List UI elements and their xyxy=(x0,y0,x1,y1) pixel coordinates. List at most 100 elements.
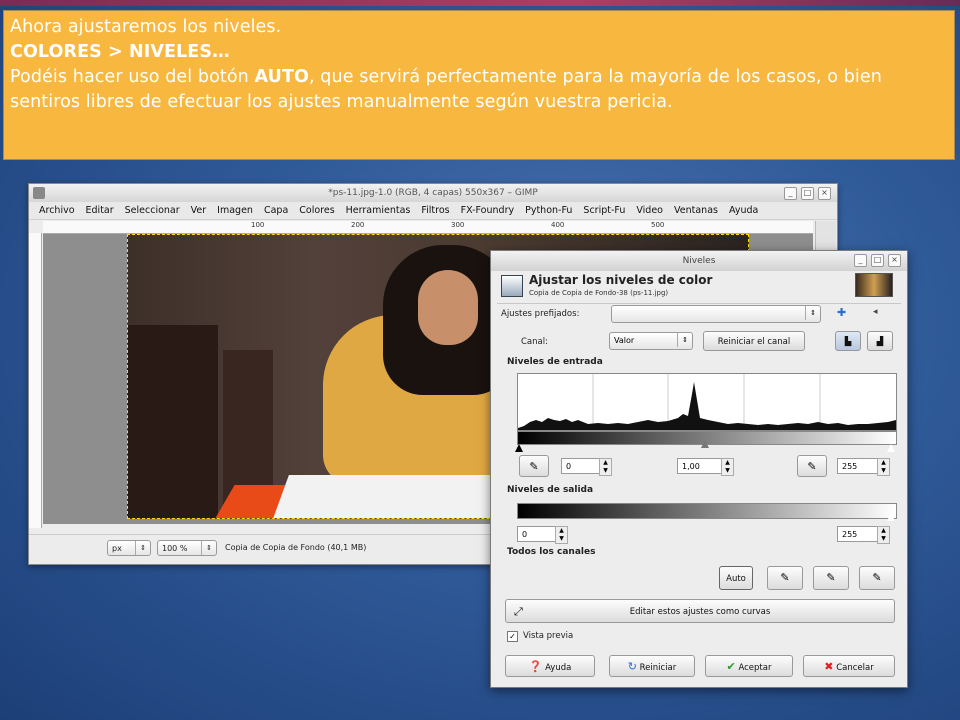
reset-button[interactable]: ↻ Reiniciar xyxy=(609,655,695,677)
menu-archivo[interactable]: Archivo xyxy=(39,202,75,219)
chevron-updown-icon: ⇕ xyxy=(805,306,820,320)
input-low-value: 0 xyxy=(566,462,572,471)
ruler-mark: 400 xyxy=(551,221,565,229)
presets-label: Ajustes prefijados: xyxy=(501,309,580,319)
unit-value: px xyxy=(112,544,122,553)
spin-arrows-icon[interactable]: ▲ ▼ xyxy=(721,458,734,476)
photo-face xyxy=(418,270,478,345)
menu-herramientas[interactable]: Herramientas xyxy=(346,202,411,219)
channel-value: Valor xyxy=(614,336,635,345)
output-high-spin[interactable]: 255 ▲ ▼ xyxy=(837,526,890,544)
menu-fx-foundry[interactable]: FX-Foundry xyxy=(461,202,514,219)
maximize-icon[interactable]: □ xyxy=(871,254,884,267)
output-high-handle[interactable] xyxy=(887,513,895,521)
note-line-1: Ahora ajustaremos los niveles. xyxy=(10,17,282,37)
menu-ventanas[interactable]: Ventanas xyxy=(674,202,718,219)
add-preset-icon[interactable]: ✚ xyxy=(837,306,846,319)
note-line-3-pre: Podéis hacer uso del botón xyxy=(10,67,255,87)
close-icon[interactable]: × xyxy=(818,187,831,200)
pick-white-icon[interactable]: ✎ xyxy=(859,566,895,590)
help-label: Ayuda xyxy=(545,663,572,673)
white-point-picker-icon[interactable]: ✎ xyxy=(797,455,827,477)
menu-ver[interactable]: Ver xyxy=(191,202,207,219)
gimp-window-title: *ps-11.jpg-1.0 (RGB, 4 capas) 550x367 – … xyxy=(328,188,538,198)
menu-python-fu[interactable]: Python-Fu xyxy=(525,202,572,219)
channel-label: Canal: xyxy=(521,337,548,347)
histogram xyxy=(517,373,897,431)
menu-script-fu[interactable]: Script-Fu xyxy=(583,202,625,219)
spin-arrows-icon[interactable]: ▲ ▼ xyxy=(877,526,890,544)
reset-icon: ↻ xyxy=(627,660,637,673)
pick-gray-icon[interactable]: ✎ xyxy=(813,566,849,590)
instruction-note: Ahora ajustaremos los niveles. COLORES >… xyxy=(3,10,955,160)
input-high-handle[interactable] xyxy=(887,444,895,452)
preset-menu-icon[interactable]: ◂ xyxy=(873,307,878,317)
accept-button[interactable]: ✔ Aceptar xyxy=(705,655,793,677)
top-decoration-stripe xyxy=(0,0,960,6)
gimp-menubar: Archivo Editar Seleccionar Ver Imagen Ca… xyxy=(29,202,837,220)
output-low-value: 0 xyxy=(522,530,528,539)
levels-histogram-icon xyxy=(501,275,523,297)
ruler-mark: 500 xyxy=(651,221,665,229)
linear-histogram-icon[interactable]: ▙ xyxy=(835,331,861,351)
input-high-value: 255 xyxy=(842,462,858,471)
cancel-label: Cancelar xyxy=(836,663,874,673)
vertical-ruler[interactable] xyxy=(29,233,42,528)
presets-select[interactable]: ⇕ xyxy=(611,305,821,323)
unit-select[interactable]: px ⇕ xyxy=(107,540,151,556)
auto-button[interactable]: Auto xyxy=(719,566,753,590)
input-high-spin[interactable]: 255 ▲ ▼ xyxy=(837,458,890,476)
edit-as-curves-button[interactable]: ⤢ Editar estos ajustes como curvas xyxy=(505,599,895,623)
zoom-select[interactable]: 100 % ⇕ xyxy=(157,540,217,556)
reset-label: Reiniciar xyxy=(639,663,677,673)
channel-select[interactable]: Valor ⇕ xyxy=(609,332,693,350)
status-layer-text: Copia de Copia de Fondo (40,1 MB) xyxy=(225,543,367,552)
input-low-spin[interactable]: 0 ▲ ▼ xyxy=(561,458,612,476)
menu-editar[interactable]: Editar xyxy=(86,202,114,219)
reset-channel-button[interactable]: Reiniciar el canal xyxy=(703,331,805,351)
input-low-handle[interactable] xyxy=(515,444,523,452)
output-low-spin[interactable]: 0 ▲ ▼ xyxy=(517,526,568,544)
log-histogram-icon[interactable]: ▟ xyxy=(867,331,893,351)
close-icon[interactable]: × xyxy=(888,254,901,267)
pick-black-icon[interactable]: ✎ xyxy=(767,566,803,590)
ruler-mark: 300 xyxy=(451,221,465,229)
horizontal-ruler[interactable]: 100 200 300 400 500 xyxy=(43,221,813,234)
menu-capa[interactable]: Capa xyxy=(264,202,288,219)
levels-header: Ajustar los niveles de color Copia de Co… xyxy=(499,273,899,301)
spin-arrows-icon[interactable]: ▲ ▼ xyxy=(599,458,612,476)
levels-subheading: Copia de Copia de Fondo-38 (ps-11.jpg) xyxy=(529,289,669,297)
edit-as-curves-label: Editar estos ajustes como curvas xyxy=(629,607,771,617)
note-menu-path: COLORES > NIVELES… xyxy=(10,42,230,62)
menu-video[interactable]: Video xyxy=(636,202,663,219)
spin-arrows-icon[interactable]: ▲ ▼ xyxy=(555,526,568,544)
maximize-icon[interactable]: □ xyxy=(801,187,814,200)
minimize-icon[interactable]: _ xyxy=(854,254,867,267)
chevron-updown-icon: ⇕ xyxy=(201,541,216,555)
note-line-2: COLORES > NIVELES… xyxy=(10,40,948,65)
all-channels-label: Todos los canales xyxy=(507,547,596,557)
help-button[interactable]: ❓ Ayuda xyxy=(505,655,595,677)
input-gamma-handle[interactable] xyxy=(701,440,709,448)
menu-imagen[interactable]: Imagen xyxy=(217,202,253,219)
chevron-updown-icon: ⇕ xyxy=(135,541,150,555)
preview-checkbox[interactable]: ✓ xyxy=(507,631,518,642)
minimize-icon[interactable]: _ xyxy=(784,187,797,200)
checkmark-icon: ✔ xyxy=(726,660,736,673)
menu-seleccionar[interactable]: Seleccionar xyxy=(125,202,180,219)
photo-bookshelf xyxy=(128,325,218,518)
black-point-picker-icon[interactable]: ✎ xyxy=(519,455,549,477)
spin-arrows-icon[interactable]: ▲ ▼ xyxy=(877,458,890,476)
input-gamma-spin[interactable]: 1,00 ▲ ▼ xyxy=(677,458,734,476)
menu-ayuda[interactable]: Ayuda xyxy=(729,202,758,219)
histogram-curve xyxy=(518,382,896,430)
menu-filtros[interactable]: Filtros xyxy=(421,202,449,219)
note-auto-keyword: AUTO xyxy=(254,67,309,87)
cancel-button[interactable]: ✖ Cancelar xyxy=(803,655,895,677)
levels-titlebar: Niveles _ □ × xyxy=(491,251,907,271)
output-high-value: 255 xyxy=(842,530,858,539)
separator xyxy=(497,303,901,304)
output-levels-label: Niveles de salida xyxy=(507,485,594,495)
menu-colores[interactable]: Colores xyxy=(299,202,334,219)
layer-thumbnail xyxy=(855,273,893,297)
